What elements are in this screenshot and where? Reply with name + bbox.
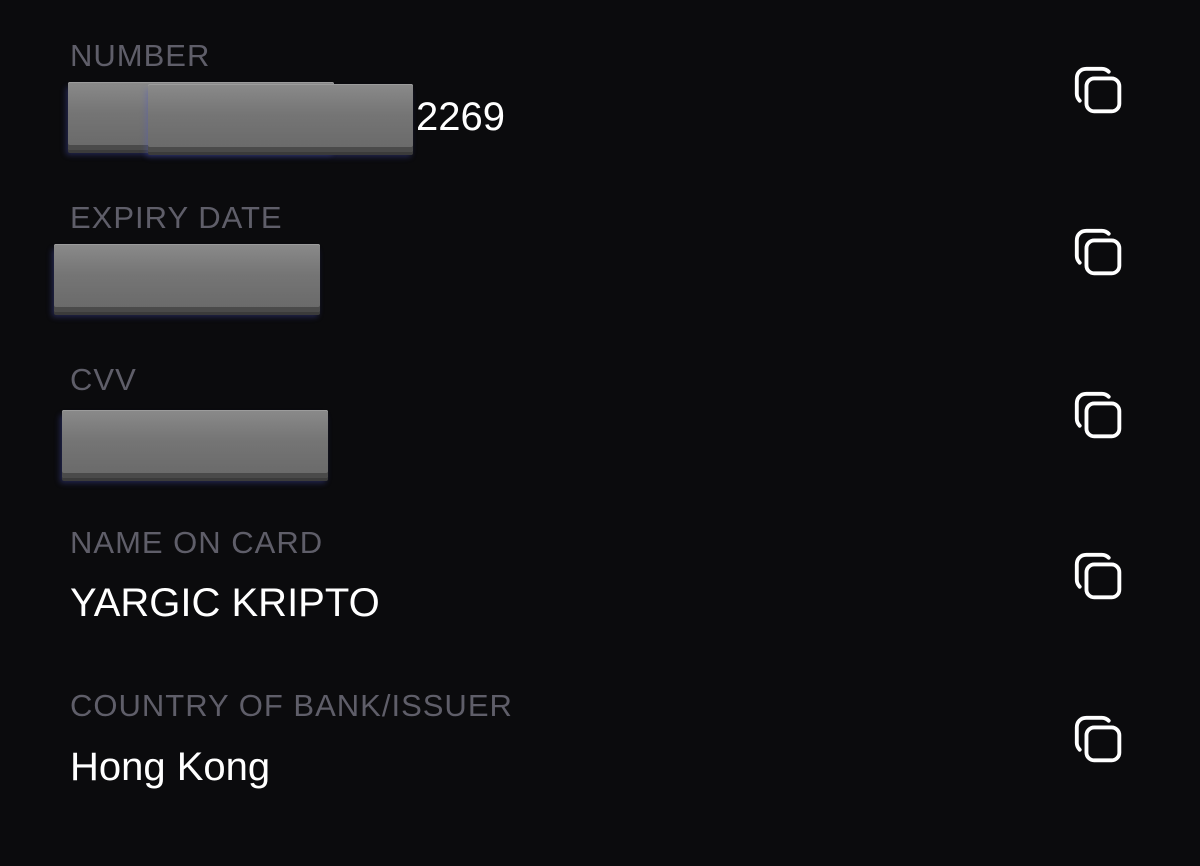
copy-name-on-card-button[interactable]: [1068, 546, 1132, 610]
copy-cvv-button[interactable]: [1068, 385, 1132, 449]
name-on-card-label: NAME ON CARD: [70, 525, 324, 560]
copy-card-number-button[interactable]: [1068, 60, 1132, 124]
copy-expiry-date-button[interactable]: [1068, 222, 1132, 286]
card-number-last-digits: 2269: [416, 95, 505, 139]
redacted-cvv: [62, 410, 328, 478]
card-number-label: NUMBER: [70, 38, 211, 73]
copy-icon: [1074, 228, 1122, 276]
redacted-card-number-block: [148, 84, 413, 152]
country-value: Hong Kong: [70, 745, 271, 789]
country-label: COUNTRY OF BANK/ISSUER: [70, 688, 513, 723]
copy-icon: [1074, 391, 1122, 439]
copy-country-button[interactable]: [1068, 709, 1132, 773]
copy-icon: [1074, 715, 1122, 763]
copy-icon: [1074, 552, 1122, 600]
copy-icon: [1074, 66, 1122, 114]
redacted-expiry-date: [54, 244, 320, 312]
name-on-card-value: YARGIC KRIPTO: [70, 581, 380, 625]
cvv-label: CVV: [70, 362, 137, 397]
expiry-date-label: EXPIRY DATE: [70, 200, 283, 235]
